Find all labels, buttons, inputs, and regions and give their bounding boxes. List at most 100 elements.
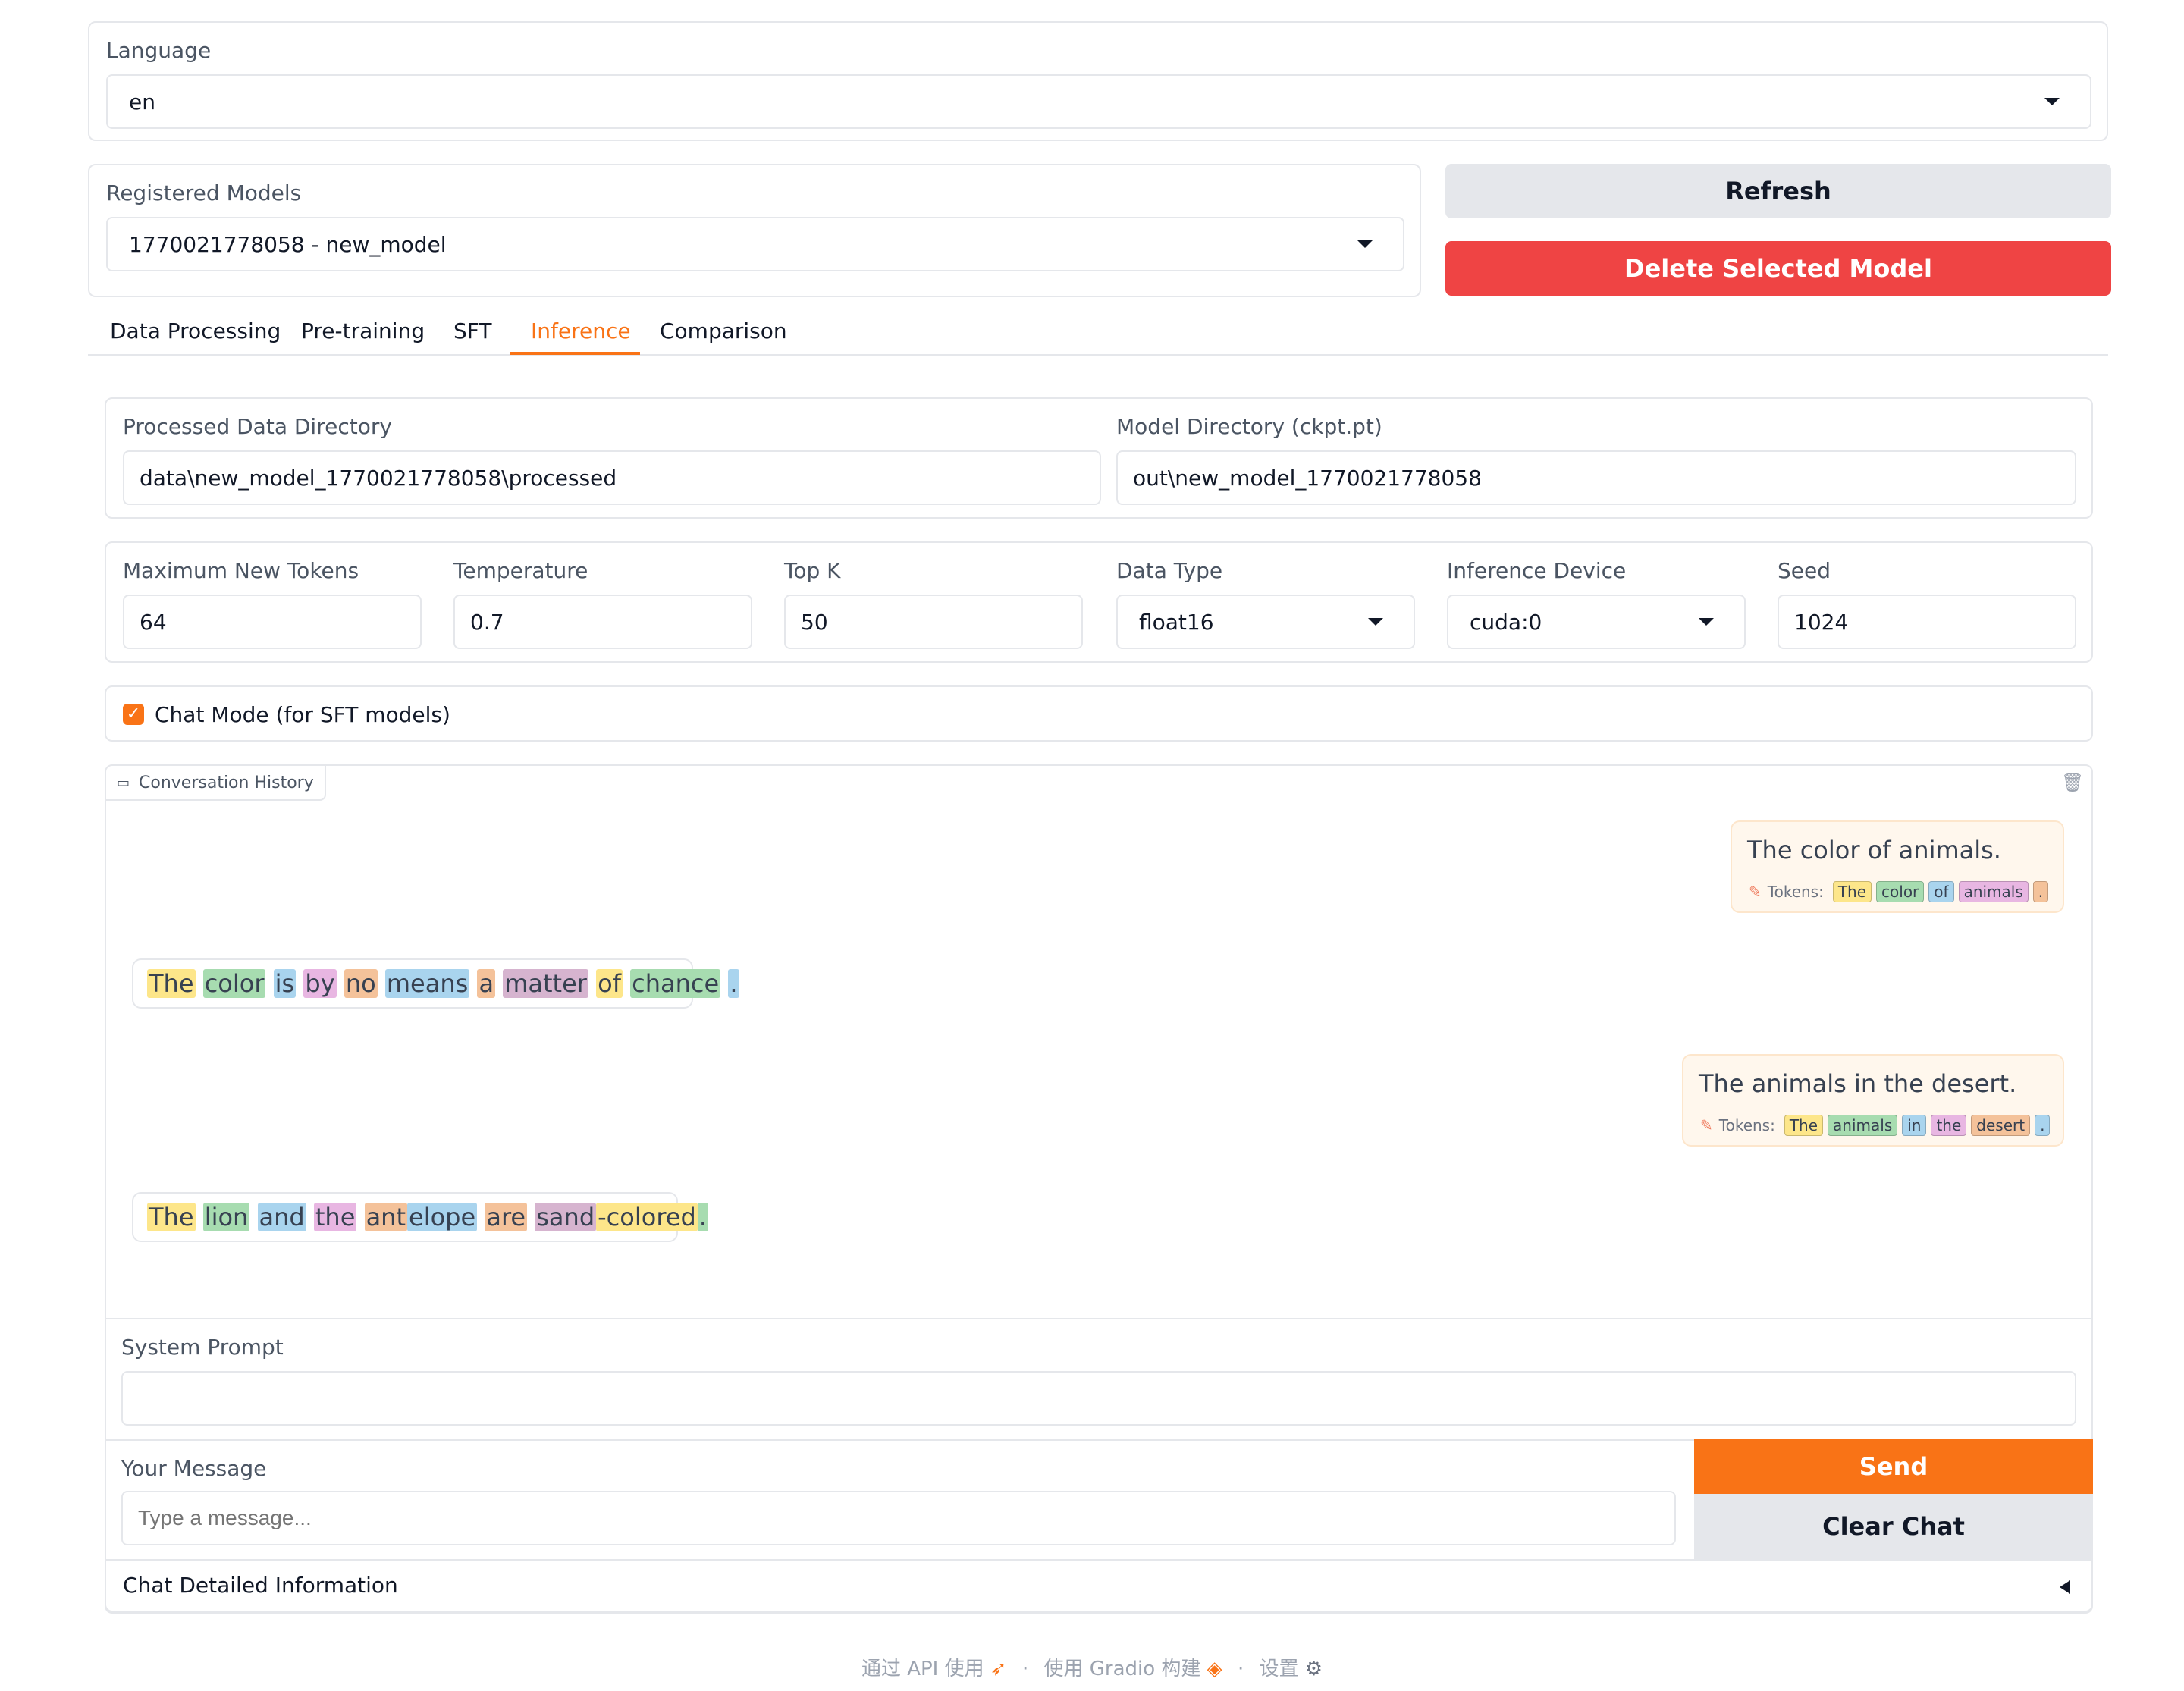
language-label: Language xyxy=(106,38,212,63)
user-token-row: ✎ Tokens: The animals in the desert . xyxy=(1700,1115,2054,1136)
token-chip: the xyxy=(1931,1115,1967,1136)
chat-bubble-icon: ▭ xyxy=(117,774,130,791)
token: by xyxy=(303,969,337,998)
language-panel: Language en xyxy=(88,21,2108,141)
user-message: The animals in the desert. ✎ Tokens: The… xyxy=(1682,1054,2064,1147)
chat-mode-panel: ✓ Chat Mode (for SFT models) xyxy=(105,685,2093,742)
system-prompt-block: System Prompt xyxy=(105,1318,2093,1439)
seed-value: 1024 xyxy=(1794,609,1849,635)
token: The xyxy=(147,969,196,998)
max-tokens-input[interactable]: 64 xyxy=(123,595,422,649)
token: is xyxy=(273,969,297,998)
bot-message: The lion and the ant elope are sand -color… xyxy=(132,1192,708,1242)
footer-gradio-link[interactable]: 使用 Gradio 构建 xyxy=(1043,1658,1200,1680)
footer-api-link[interactable]: 通过 API 使用 xyxy=(861,1658,984,1680)
token: matter xyxy=(503,969,588,998)
token-chip: . xyxy=(2032,881,2049,902)
token: -colored xyxy=(596,1203,698,1231)
token-chip: . xyxy=(2035,1115,2051,1136)
chat-details-accordion[interactable]: Chat Detailed Information xyxy=(105,1561,2093,1614)
footer-separator: · xyxy=(1237,1658,1244,1680)
chat-mode-checkbox[interactable]: ✓ xyxy=(123,704,144,725)
params-panel: Maximum New Tokens 64 Temperature 0.7 To… xyxy=(105,541,2093,663)
user-token-row: ✎ Tokens: The color of animals . xyxy=(1749,881,2053,902)
bot-message-tokens: The color is by no means a matter of cha… xyxy=(147,969,739,998)
gear-icon: ⚙ xyxy=(1304,1658,1323,1680)
language-value: en xyxy=(129,89,155,115)
token: ant xyxy=(364,1203,407,1231)
tab-inference[interactable]: Inference xyxy=(531,318,631,344)
footer-settings-link[interactable]: 设置 xyxy=(1259,1658,1298,1680)
token-chip: in xyxy=(1902,1115,1927,1136)
max-tokens-label: Maximum New Tokens xyxy=(123,558,359,583)
user-message-text: The animals in the desert. xyxy=(1699,1069,2017,1098)
directories-panel: Processed Data Directory data\new_model_… xyxy=(105,397,2093,519)
tab-comparison[interactable]: Comparison xyxy=(660,318,787,344)
device-select[interactable]: cuda:0 xyxy=(1447,595,1746,649)
token: chance xyxy=(630,969,721,998)
max-tokens-value: 64 xyxy=(140,609,167,635)
chevron-down-icon xyxy=(2044,98,2060,105)
footer: 通过 API 使用 ➶ · 使用 Gradio 构建 ◈ · 设置 ⚙ xyxy=(0,1653,2184,1681)
clear-chat-button[interactable]: Clear Chat xyxy=(1694,1494,2093,1559)
temperature-label: Temperature xyxy=(453,558,588,583)
model-dir-input[interactable]: out\new_model_1770021778058 xyxy=(1116,450,2076,505)
trash-icon[interactable]: 🗑 xyxy=(2061,772,2084,793)
token-chip: The xyxy=(1784,1115,1824,1136)
tokens-label: Tokens: xyxy=(1718,1116,1775,1134)
top-k-value: 50 xyxy=(801,609,828,635)
token: are xyxy=(485,1203,528,1231)
token: . xyxy=(728,969,739,998)
token: no xyxy=(344,969,378,998)
top-k-input[interactable]: 50 xyxy=(784,595,1083,649)
message-label: Your Message xyxy=(121,1456,267,1481)
token-chip: color xyxy=(1876,881,1925,902)
user-message: The color of animals. ✎ Tokens: The colo… xyxy=(1731,820,2064,913)
seed-input[interactable]: 1024 xyxy=(1778,595,2076,649)
token: and xyxy=(257,1203,306,1231)
tab-pre-training[interactable]: Pre-training xyxy=(301,318,425,344)
token-chip: desert xyxy=(1971,1115,2031,1136)
chat-mode-label: Chat Mode (for SFT models) xyxy=(155,702,450,727)
token: color xyxy=(202,969,266,998)
dtype-label: Data Type xyxy=(1116,558,1223,583)
device-value: cuda:0 xyxy=(1470,609,1542,635)
system-prompt-input[interactable] xyxy=(121,1371,2076,1426)
chevron-down-icon xyxy=(1699,618,1714,626)
gradio-logo-icon: ◈ xyxy=(1207,1658,1222,1680)
refresh-button[interactable]: Refresh xyxy=(1445,164,2111,218)
message-input[interactable] xyxy=(121,1491,1676,1545)
models-panel: Registered Models 1770021778058 - new_mo… xyxy=(88,164,1421,297)
bot-message-tokens: The lion and the ant elope are sand -color… xyxy=(147,1203,708,1231)
token: . xyxy=(697,1203,708,1231)
token: means xyxy=(384,969,470,998)
send-button[interactable]: Send xyxy=(1694,1439,2093,1494)
processed-dir-label: Processed Data Directory xyxy=(123,414,392,439)
token-chip: animals xyxy=(1958,881,2029,902)
chevron-down-icon xyxy=(1368,618,1383,626)
tokens-label: Tokens: xyxy=(1767,883,1824,901)
token-chip: animals xyxy=(1828,1115,1898,1136)
system-prompt-label: System Prompt xyxy=(121,1335,284,1360)
tab-sft[interactable]: SFT xyxy=(453,318,492,344)
model-dir-value: out\new_model_1770021778058 xyxy=(1133,465,1482,491)
token: a xyxy=(477,969,496,998)
language-select[interactable]: en xyxy=(106,74,2091,129)
temperature-value: 0.7 xyxy=(470,609,504,635)
dtype-value: float16 xyxy=(1139,609,1214,635)
processed-dir-input[interactable]: data\new_model_1770021778058\processed xyxy=(123,450,1101,505)
temperature-input[interactable]: 0.7 xyxy=(453,595,752,649)
tab-data-processing[interactable]: Data Processing xyxy=(110,318,281,344)
user-message-text: The color of animals. xyxy=(1747,836,2001,864)
models-select[interactable]: 1770021778058 - new_model xyxy=(106,217,1404,271)
token: lion xyxy=(202,1203,250,1231)
top-k-label: Top K xyxy=(784,558,841,583)
collapse-triangle-icon xyxy=(2060,1580,2070,1594)
footer-separator: · xyxy=(1021,1658,1029,1680)
delete-model-button[interactable]: Delete Selected Model xyxy=(1445,241,2111,296)
dtype-select[interactable]: float16 xyxy=(1116,595,1415,649)
token-chip: of xyxy=(1928,881,1954,902)
token: sand xyxy=(535,1203,597,1231)
conversation-history-tag: ▭ Conversation History xyxy=(106,766,326,801)
token: elope xyxy=(407,1203,478,1231)
